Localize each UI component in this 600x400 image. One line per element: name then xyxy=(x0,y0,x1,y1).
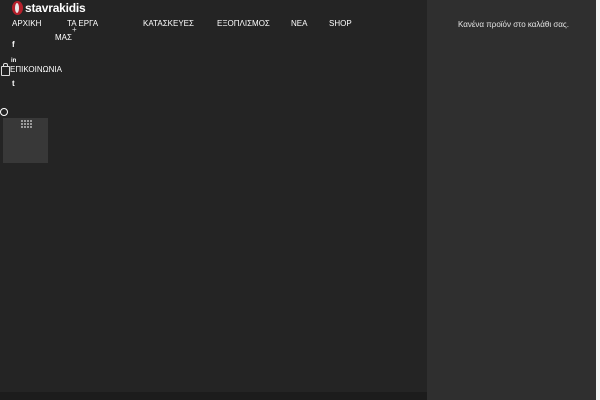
footer-strip xyxy=(0,392,427,400)
logo-text: stavrakidis xyxy=(25,1,86,15)
search-icon[interactable] xyxy=(0,108,8,116)
facebook-icon[interactable]: f xyxy=(12,40,15,49)
nav-item-news[interactable]: ΝΕΑ xyxy=(291,18,307,30)
nav-item-contact[interactable]: ΕΠΙΚΟΙΝΩΝΙΑ xyxy=(10,64,62,76)
nav-item-shop[interactable]: SHOP xyxy=(329,18,352,30)
nav-item-home[interactable]: ΑΡΧΙΚΗ xyxy=(12,18,41,30)
submenu-plus-icon[interactable]: + xyxy=(72,25,77,34)
menu-grid-tile[interactable] xyxy=(3,118,48,163)
tumblr-icon[interactable]: t xyxy=(12,79,15,88)
nav-item-constructions[interactable]: ΚΑΤΑΣΚΕΥΕΣ xyxy=(143,18,194,30)
logo[interactable]: stavrakidis xyxy=(12,0,86,16)
cart-panel: Κανένα προϊόν στο καλάθι σας. xyxy=(427,0,600,400)
grid-dots-icon xyxy=(21,120,35,128)
linkedin-icon[interactable]: in xyxy=(11,58,16,64)
nav-item-equipment[interactable]: ΕΞΟΠΛΙΣΜΟΣ xyxy=(217,18,270,30)
nav-item-projects-line2[interactable]: ΜΑΣ xyxy=(55,32,72,44)
scrollbar[interactable] xyxy=(596,0,600,400)
main-area xyxy=(0,0,427,400)
shopping-bag-icon[interactable] xyxy=(1,63,10,76)
cart-empty-message: Κανένα προϊόν στο καλάθι σας. xyxy=(457,20,570,29)
logo-mark-icon xyxy=(12,1,23,15)
